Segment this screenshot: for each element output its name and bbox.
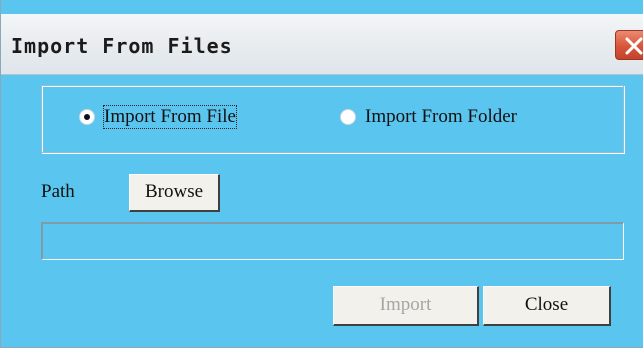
close-button[interactable]: Close (483, 286, 611, 326)
dialog-title: Import From Files (11, 34, 233, 58)
browse-button[interactable]: Browse (129, 174, 220, 212)
radio-import-from-folder[interactable]: Import From Folder (340, 106, 517, 128)
radio-label-import-from-file: Import From File (103, 105, 237, 129)
radio-label-import-from-folder: Import From Folder (365, 106, 517, 127)
path-label: Path (41, 181, 75, 202)
x-icon (625, 37, 643, 55)
close-icon[interactable] (615, 30, 643, 60)
import-button[interactable]: Import (333, 286, 479, 326)
title-bar[interactable]: Import From Files (1, 14, 643, 75)
import-source-group: Import From File Import From Folder (41, 85, 624, 153)
path-field[interactable] (41, 222, 624, 260)
radio-import-from-file[interactable]: Import From File (79, 105, 237, 129)
import-dialog: Import From Files Import From File Impor… (0, 0, 643, 348)
radio-unchecked-icon[interactable] (340, 109, 356, 125)
radio-checked-icon[interactable] (79, 109, 95, 125)
